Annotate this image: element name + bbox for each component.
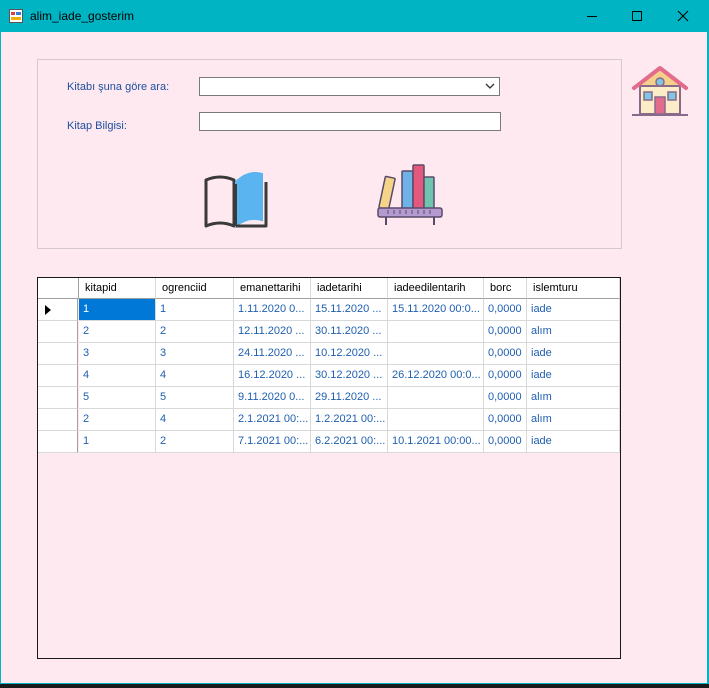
cell-ogrenciid[interactable]: 3 <box>156 343 234 365</box>
cell-borc[interactable]: 0,0000 <box>484 431 527 453</box>
cell-iadetarihi[interactable]: 6.2.2021 00:... <box>311 431 388 453</box>
cell-kitapid[interactable]: 1 <box>79 299 156 321</box>
bookshelf-icon[interactable] <box>376 163 444 229</box>
cell-borc[interactable]: 0,0000 <box>484 365 527 387</box>
cell-islemturu[interactable]: iade <box>527 299 620 321</box>
book-info-label: Kitap Bilgisi: <box>67 120 127 132</box>
row-header[interactable] <box>38 387 78 409</box>
cell-iadetarihi[interactable]: 10.12.2020 ... <box>311 343 388 365</box>
chevron-down-icon <box>485 83 495 89</box>
cell-iadeedilentarih[interactable] <box>388 343 484 365</box>
row-header[interactable] <box>38 321 78 343</box>
cell-kitapid[interactable]: 5 <box>79 387 156 409</box>
cell-emanettarihi[interactable]: 9.11.2020 0... <box>234 387 311 409</box>
cell-iadetarihi[interactable]: 15.11.2020 ... <box>311 299 388 321</box>
grid-header-row: kitapid ogrenciid emanettarihi iadetarihi ia… <box>38 278 620 299</box>
column-header-ogrenciid[interactable]: ogrenciid <box>156 278 234 299</box>
current-row-arrow-icon <box>45 305 51 315</box>
cell-kitapid[interactable]: 4 <box>79 365 156 387</box>
search-label: Kitabı şuna göre ara: <box>67 81 170 93</box>
table-row[interactable]: 3 3 24.11.2020 ... 10.12.2020 ... 0,0000 iade <box>38 343 620 365</box>
row-header[interactable] <box>38 431 78 453</box>
cell-islemturu[interactable]: iade <box>527 431 620 453</box>
cell-iadeedilentarih[interactable]: 10.1.2021 00:00... <box>388 431 484 453</box>
row-header[interactable] <box>38 299 78 321</box>
maximize-button[interactable] <box>614 0 660 32</box>
cell-iadetarihi[interactable]: 29.11.2020 ... <box>311 387 388 409</box>
home-icon[interactable] <box>630 64 690 118</box>
table-row[interactable]: 1 2 7.1.2021 00:... 6.2.2021 00:... 10.1.202… <box>38 431 620 453</box>
column-header-iadeedilentarih[interactable]: iadeedilentarih <box>388 278 484 299</box>
cell-iadeedilentarih[interactable] <box>388 321 484 343</box>
cell-iadetarihi[interactable]: 30.12.2020 ... <box>311 365 388 387</box>
cell-borc[interactable]: 0,0000 <box>484 387 527 409</box>
row-header[interactable] <box>38 343 78 365</box>
cell-islemturu[interactable]: alım <box>527 321 620 343</box>
cell-borc[interactable]: 0,0000 <box>484 321 527 343</box>
cell-emanettarihi[interactable]: 24.11.2020 ... <box>234 343 311 365</box>
app-window: alim_iade_gosterim Kitabı şuna göre ara:… <box>0 0 709 684</box>
app-icon <box>9 9 23 23</box>
column-header-emanettarihi[interactable]: emanettarihi <box>234 278 311 299</box>
cell-islemturu[interactable]: alım <box>527 409 620 431</box>
column-header-iadetarihi[interactable]: iadetarihi <box>311 278 388 299</box>
cell-ogrenciid[interactable]: 1 <box>156 299 234 321</box>
cell-emanettarihi[interactable]: 12.11.2020 ... <box>234 321 311 343</box>
table-row[interactable]: 2 4 2.1.2021 00:... 1.2.2021 00:... 0,0000 al… <box>38 409 620 431</box>
cell-kitapid[interactable]: 1 <box>79 431 156 453</box>
table-row[interactable]: 4 4 16.12.2020 ... 30.12.2020 ... 26.12.2020… <box>38 365 620 387</box>
book-info-input[interactable] <box>199 112 501 131</box>
cell-borc[interactable]: 0,0000 <box>484 343 527 365</box>
cell-iadetarihi[interactable]: 1.2.2021 00:... <box>311 409 388 431</box>
table-row[interactable]: 5 5 9.11.2020 0... 29.11.2020 ... 0,0000 alım <box>38 387 620 409</box>
open-book-icon[interactable] <box>202 170 270 228</box>
cell-iadeedilentarih[interactable]: 15.11.2020 00:0... <box>388 299 484 321</box>
minimize-icon <box>587 16 597 17</box>
column-header-islemturu[interactable]: islemturu <box>527 278 620 299</box>
cell-iadetarihi[interactable]: 30.11.2020 ... <box>311 321 388 343</box>
cell-borc[interactable]: 0,0000 <box>484 299 527 321</box>
cell-ogrenciid[interactable]: 2 <box>156 321 234 343</box>
cell-islemturu[interactable]: iade <box>527 343 620 365</box>
cell-kitapid[interactable]: 2 <box>79 321 156 343</box>
cell-iadeedilentarih[interactable]: 26.12.2020 00:0... <box>388 365 484 387</box>
title-bar[interactable]: alim_iade_gosterim <box>0 0 709 32</box>
search-combobox[interactable] <box>199 77 500 96</box>
cell-kitapid[interactable]: 3 <box>79 343 156 365</box>
table-row[interactable]: 1 1 1.11.2020 0... 15.11.2020 ... 15.11.2020… <box>38 299 620 321</box>
cell-ogrenciid[interactable]: 2 <box>156 431 234 453</box>
maximize-icon <box>632 11 642 21</box>
cell-emanettarihi[interactable]: 2.1.2021 00:... <box>234 409 311 431</box>
cell-ogrenciid[interactable]: 4 <box>156 409 234 431</box>
close-icon <box>677 10 689 22</box>
cell-kitapid[interactable]: 2 <box>79 409 156 431</box>
cell-emanettarihi[interactable]: 16.12.2020 ... <box>234 365 311 387</box>
column-header-kitapid[interactable]: kitapid <box>79 278 156 299</box>
cell-emanettarihi[interactable]: 7.1.2021 00:... <box>234 431 311 453</box>
row-header[interactable] <box>38 365 78 387</box>
cell-islemturu[interactable]: iade <box>527 365 620 387</box>
cell-borc[interactable]: 0,0000 <box>484 409 527 431</box>
loans-datagridview[interactable]: kitapid ogrenciid emanettarihi iadetarihi ia… <box>37 277 621 659</box>
close-button[interactable] <box>660 0 706 32</box>
grid-corner-header[interactable] <box>38 278 79 299</box>
row-header[interactable] <box>38 409 78 431</box>
window-title: alim_iade_gosterim <box>30 9 135 23</box>
cell-ogrenciid[interactable]: 4 <box>156 365 234 387</box>
cell-iadeedilentarih[interactable] <box>388 387 484 409</box>
table-row[interactable]: 2 2 12.11.2020 ... 30.11.2020 ... 0,0000 alım <box>38 321 620 343</box>
minimize-button[interactable] <box>569 0 615 32</box>
cell-iadeedilentarih[interactable] <box>388 409 484 431</box>
column-header-borc[interactable]: borc <box>484 278 527 299</box>
cell-ogrenciid[interactable]: 5 <box>156 387 234 409</box>
cell-islemturu[interactable]: alım <box>527 387 620 409</box>
cell-emanettarihi[interactable]: 1.11.2020 0... <box>234 299 311 321</box>
